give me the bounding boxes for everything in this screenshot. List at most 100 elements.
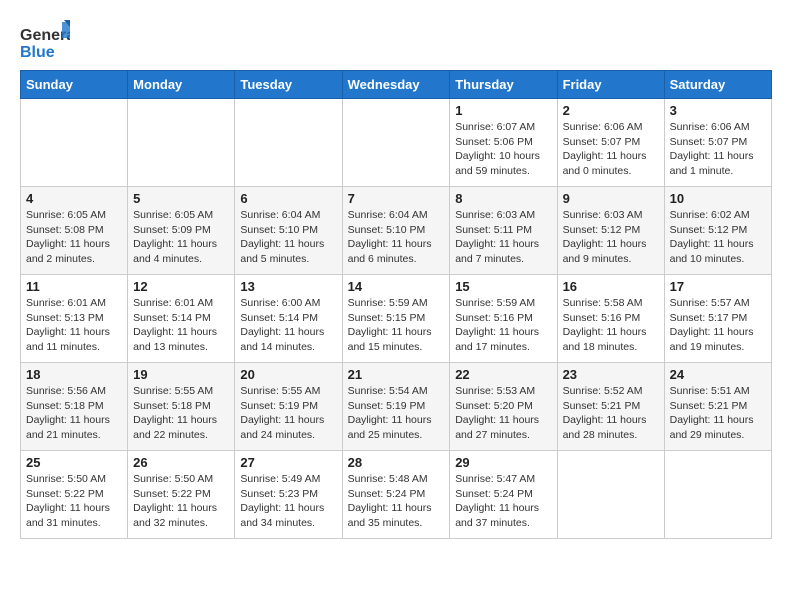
svg-text:Blue: Blue xyxy=(20,44,55,60)
column-header-thursday: Thursday xyxy=(450,71,557,99)
calendar-cell: 12Sunrise: 6:01 AM Sunset: 5:14 PM Dayli… xyxy=(128,275,235,363)
day-info: Sunrise: 5:55 AM Sunset: 5:19 PM Dayligh… xyxy=(240,384,336,443)
calendar-cell: 23 Sunrise: 5:52 AM Sunset: 5:21 PM Dayli… xyxy=(557,363,664,451)
day-info: Sunrise: 6:06 AM Sunset: 5:07 PM Dayligh… xyxy=(670,120,766,179)
calendar-header-row: SundayMondayTuesdayWednesdayThursdayFrid… xyxy=(21,71,772,99)
calendar-cell xyxy=(21,99,128,187)
day-number: 20 xyxy=(240,367,336,382)
day-info: Sunrise: 5:51 AM Sunset: 5:21 PM Dayligh… xyxy=(670,384,766,443)
day-number: 9 xyxy=(563,191,659,206)
calendar-body: 1 Sunrise: 6:07 AM Sunset: 5:06 PM Daylig… xyxy=(21,99,772,539)
day-number: 3 xyxy=(670,103,766,118)
calendar-cell: 25 Sunrise: 5:50 AM Sunset: 5:22 PM Dayli… xyxy=(21,451,128,539)
calendar-table: SundayMondayTuesdayWednesdayThursdayFrid… xyxy=(20,70,772,539)
calendar-cell xyxy=(557,451,664,539)
day-number: 24 xyxy=(670,367,766,382)
day-number: 23 xyxy=(563,367,659,382)
day-info: Sunrise: 5:53 AM Sunset: 5:20 PM Dayligh… xyxy=(455,384,551,443)
calendar-cell: 1 Sunrise: 6:07 AM Sunset: 5:06 PM Daylig… xyxy=(450,99,557,187)
calendar-cell: 26 Sunrise: 5:50 AM Sunset: 5:22 PM Dayli… xyxy=(128,451,235,539)
day-number: 28 xyxy=(348,455,445,470)
day-number: 6 xyxy=(240,191,336,206)
calendar-cell xyxy=(664,451,771,539)
day-info: Sunrise: 6:03 AM Sunset: 5:11 PM Dayligh… xyxy=(455,208,551,267)
calendar-cell xyxy=(128,99,235,187)
page-header: General Blue xyxy=(20,20,772,60)
logo-svg: General Blue xyxy=(20,20,70,60)
calendar-cell: 24 Sunrise: 5:51 AM Sunset: 5:21 PM Dayli… xyxy=(664,363,771,451)
calendar-cell: 16 Sunrise: 5:58 AM Sunset: 5:16 PM Dayli… xyxy=(557,275,664,363)
day-info: Sunrise: 5:55 AM Sunset: 5:18 PM Dayligh… xyxy=(133,384,229,443)
day-number: 15 xyxy=(455,279,551,294)
calendar-cell: 6 Sunrise: 6:04 AM Sunset: 5:10 PM Daylig… xyxy=(235,187,342,275)
day-number: 7 xyxy=(348,191,445,206)
calendar-cell: 29Sunrise: 5:47 AM Sunset: 5:24 PM Dayli… xyxy=(450,451,557,539)
day-info: Sunrise: 6:00 AM Sunset: 5:14 PM Dayligh… xyxy=(240,296,336,355)
day-number: 13 xyxy=(240,279,336,294)
calendar-cell: 28 Sunrise: 5:48 AM Sunset: 5:24 PM Dayli… xyxy=(342,451,450,539)
day-info: Sunrise: 5:54 AM Sunset: 5:19 PM Dayligh… xyxy=(348,384,445,443)
calendar-cell: 7 Sunrise: 6:04 AM Sunset: 5:10 PM Daylig… xyxy=(342,187,450,275)
day-info: Sunrise: 6:02 AM Sunset: 5:12 PM Dayligh… xyxy=(670,208,766,267)
day-info: Sunrise: 6:05 AM Sunset: 5:09 PM Dayligh… xyxy=(133,208,229,267)
calendar-cell xyxy=(235,99,342,187)
day-number: 26 xyxy=(133,455,229,470)
logo: General Blue xyxy=(20,20,70,60)
day-info: Sunrise: 5:59 AM Sunset: 5:16 PM Dayligh… xyxy=(455,296,551,355)
calendar-cell: 18 Sunrise: 5:56 AM Sunset: 5:18 PM Dayli… xyxy=(21,363,128,451)
day-number: 18 xyxy=(26,367,122,382)
day-number: 19 xyxy=(133,367,229,382)
column-header-monday: Monday xyxy=(128,71,235,99)
day-number: 12 xyxy=(133,279,229,294)
day-number: 27 xyxy=(240,455,336,470)
calendar-cell: 22 Sunrise: 5:53 AM Sunset: 5:20 PM Dayli… xyxy=(450,363,557,451)
day-number: 21 xyxy=(348,367,445,382)
calendar-cell: 13 Sunrise: 6:00 AM Sunset: 5:14 PM Dayli… xyxy=(235,275,342,363)
day-number: 2 xyxy=(563,103,659,118)
day-number: 25 xyxy=(26,455,122,470)
day-info: Sunrise: 6:03 AM Sunset: 5:12 PM Dayligh… xyxy=(563,208,659,267)
day-number: 17 xyxy=(670,279,766,294)
column-header-wednesday: Wednesday xyxy=(342,71,450,99)
day-number: 11 xyxy=(26,279,122,294)
day-info: Sunrise: 5:58 AM Sunset: 5:16 PM Dayligh… xyxy=(563,296,659,355)
calendar-cell: 3 Sunrise: 6:06 AM Sunset: 5:07 PM Daylig… xyxy=(664,99,771,187)
column-header-tuesday: Tuesday xyxy=(235,71,342,99)
day-number: 14 xyxy=(348,279,445,294)
day-info: Sunrise: 6:01 AM Sunset: 5:13 PM Dayligh… xyxy=(26,296,122,355)
day-info: Sunrise: 6:06 AM Sunset: 5:07 PM Dayligh… xyxy=(563,120,659,179)
day-info: Sunrise: 5:49 AM Sunset: 5:23 PM Dayligh… xyxy=(240,472,336,531)
day-info: Sunrise: 5:56 AM Sunset: 5:18 PM Dayligh… xyxy=(26,384,122,443)
calendar-cell: 20 Sunrise: 5:55 AM Sunset: 5:19 PM Dayli… xyxy=(235,363,342,451)
calendar-cell: 14Sunrise: 5:59 AM Sunset: 5:15 PM Dayli… xyxy=(342,275,450,363)
column-header-saturday: Saturday xyxy=(664,71,771,99)
day-number: 16 xyxy=(563,279,659,294)
day-number: 4 xyxy=(26,191,122,206)
day-info: Sunrise: 5:50 AM Sunset: 5:22 PM Dayligh… xyxy=(133,472,229,531)
calendar-cell: 4 Sunrise: 6:05 AM Sunset: 5:08 PM Daylig… xyxy=(21,187,128,275)
day-info: Sunrise: 6:04 AM Sunset: 5:10 PM Dayligh… xyxy=(240,208,336,267)
day-info: Sunrise: 6:04 AM Sunset: 5:10 PM Dayligh… xyxy=(348,208,445,267)
day-info: Sunrise: 6:07 AM Sunset: 5:06 PM Dayligh… xyxy=(455,120,551,179)
column-header-friday: Friday xyxy=(557,71,664,99)
day-number: 1 xyxy=(455,103,551,118)
calendar-cell: 21 Sunrise: 5:54 AM Sunset: 5:19 PM Dayli… xyxy=(342,363,450,451)
day-number: 22 xyxy=(455,367,551,382)
calendar-cell: 27 Sunrise: 5:49 AM Sunset: 5:23 PM Dayli… xyxy=(235,451,342,539)
day-number: 29 xyxy=(455,455,551,470)
day-info: Sunrise: 5:57 AM Sunset: 5:17 PM Dayligh… xyxy=(670,296,766,355)
calendar-cell: 17 Sunrise: 5:57 AM Sunset: 5:17 PM Dayli… xyxy=(664,275,771,363)
day-info: Sunrise: 5:50 AM Sunset: 5:22 PM Dayligh… xyxy=(26,472,122,531)
calendar-cell: 19 Sunrise: 5:55 AM Sunset: 5:18 PM Dayli… xyxy=(128,363,235,451)
calendar-cell: 5Sunrise: 6:05 AM Sunset: 5:09 PM Daylig… xyxy=(128,187,235,275)
calendar-cell: 9 Sunrise: 6:03 AM Sunset: 5:12 PM Daylig… xyxy=(557,187,664,275)
day-number: 8 xyxy=(455,191,551,206)
calendar-week-row: 11 Sunrise: 6:01 AM Sunset: 5:13 PM Dayli… xyxy=(21,275,772,363)
day-info: Sunrise: 5:48 AM Sunset: 5:24 PM Dayligh… xyxy=(348,472,445,531)
calendar-cell: 15 Sunrise: 5:59 AM Sunset: 5:16 PM Dayli… xyxy=(450,275,557,363)
calendar-cell: 10Sunrise: 6:02 AM Sunset: 5:12 PM Dayli… xyxy=(664,187,771,275)
column-header-sunday: Sunday xyxy=(21,71,128,99)
day-info: Sunrise: 6:05 AM Sunset: 5:08 PM Dayligh… xyxy=(26,208,122,267)
day-info: Sunrise: 5:52 AM Sunset: 5:21 PM Dayligh… xyxy=(563,384,659,443)
calendar-cell: 2 Sunrise: 6:06 AM Sunset: 5:07 PM Daylig… xyxy=(557,99,664,187)
